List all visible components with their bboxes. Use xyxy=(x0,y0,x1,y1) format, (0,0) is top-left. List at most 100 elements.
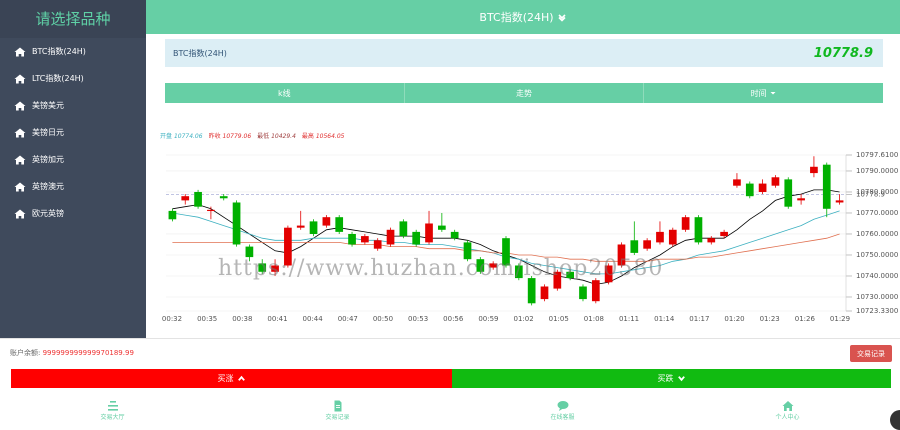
candle-body xyxy=(386,229,395,245)
candle-body xyxy=(540,286,549,300)
nav-trade-records[interactable]: 交易记录 xyxy=(225,398,450,422)
sidebar-item-label: 英镑加元 xyxy=(32,155,64,164)
caret-down-icon xyxy=(770,92,776,95)
candle-body xyxy=(643,240,651,249)
buy-down-button[interactable]: 买跌 xyxy=(452,369,891,388)
x-tick-label: 00:41 xyxy=(267,315,287,323)
candle-body xyxy=(745,183,754,197)
sidebar-item[interactable]: 美镑日元 xyxy=(0,119,146,146)
x-tick-label: 01:11 xyxy=(619,315,639,323)
x-tick-label: 01:02 xyxy=(513,315,533,323)
sidebar-item[interactable]: 英镑澳元 xyxy=(0,173,146,200)
sidebar-item[interactable]: 美镑美元 xyxy=(0,92,146,119)
nav-trading-hall[interactable]: 交易大厅 xyxy=(0,398,225,422)
floating-chat-bubble[interactable] xyxy=(890,410,900,430)
trade-history-button[interactable]: 交易记录 xyxy=(850,345,892,362)
watermark: https://www.huzhan.com/ishop20580 xyxy=(218,256,664,281)
home-icon xyxy=(14,74,26,83)
x-tick-label: 01:05 xyxy=(549,315,569,323)
sidebar-item-label: 英镑澳元 xyxy=(32,182,64,191)
y-tick-label: 10797.6100 xyxy=(856,151,898,159)
y-tick-label: 10778.9 xyxy=(856,190,885,198)
x-tick-label: 00:44 xyxy=(303,315,324,323)
home-icon xyxy=(782,401,793,411)
candle-body xyxy=(656,231,664,243)
x-tick-label: 01:29 xyxy=(830,315,850,323)
sidebar-title: 请选择品种 xyxy=(0,0,146,38)
document-icon xyxy=(334,400,341,412)
candle-body xyxy=(412,231,421,245)
tab-kline[interactable]: k线 xyxy=(165,83,405,103)
x-tick-label: 00:59 xyxy=(478,315,498,323)
account-balance: 账户余额: 999999999999970189.99 xyxy=(10,349,134,357)
bottom-nav: 交易大厅 交易记录 在线客服 个人中心 xyxy=(0,398,900,422)
candle-body xyxy=(771,177,780,186)
candle-body xyxy=(797,198,805,201)
candle-body xyxy=(322,217,331,226)
y-tick-label: 10790.0000 xyxy=(856,167,898,175)
candle-body xyxy=(668,229,677,245)
sidebar: 请选择品种 BTC指数(24H) LTC指数(24H) 美镑美元美镑日元英镑加元英镑… xyxy=(0,0,146,338)
header-product-selector[interactable]: BTC指数(24H) xyxy=(146,0,900,34)
candle-body xyxy=(733,179,741,186)
candle-body xyxy=(784,179,793,207)
candle-body xyxy=(810,166,818,174)
candle-body xyxy=(720,231,728,237)
home-icon xyxy=(14,182,26,191)
candle-body xyxy=(758,183,767,192)
sidebar-item-label: 美镑美元 xyxy=(32,101,64,110)
candle-body xyxy=(309,221,318,234)
candle-body xyxy=(438,225,446,230)
x-tick-label: 00:38 xyxy=(232,315,252,323)
home-icon xyxy=(14,101,26,110)
y-tick-label: 10723.3300 xyxy=(856,307,898,315)
x-tick-label: 01:14 xyxy=(654,315,675,323)
candle-body xyxy=(373,240,382,249)
home-icon xyxy=(14,155,26,164)
x-tick-label: 00:53 xyxy=(408,315,428,323)
y-tick-label: 10760.0000 xyxy=(856,230,898,238)
buy-up-button[interactable]: 买涨 xyxy=(11,369,452,388)
y-tick-label: 10770.0000 xyxy=(856,209,898,217)
sidebar-item-label: 欧元英镑 xyxy=(32,209,64,218)
candle-body xyxy=(591,280,600,302)
candle-body xyxy=(219,196,228,199)
candle-body xyxy=(425,223,433,243)
x-tick-label: 01:17 xyxy=(689,315,709,323)
y-tick-label: 10730.0000 xyxy=(856,293,898,301)
kline-chart[interactable]: 10797.610010790.000010780.000010778.9107… xyxy=(146,125,900,335)
candle-body xyxy=(168,210,177,220)
candle-body xyxy=(681,217,690,230)
sidebar-item[interactable]: 欧元英镑 xyxy=(0,200,146,227)
balance-value: 999999999999970189.99 xyxy=(42,349,134,357)
candle-body xyxy=(194,191,202,207)
x-tick-label: 00:32 xyxy=(162,315,182,323)
current-price: 10778.9 xyxy=(813,45,873,61)
candle-body xyxy=(232,202,241,245)
price-info-bar: BTC指数(24H) 10778.9 xyxy=(165,39,883,67)
tab-time[interactable]: 时间 xyxy=(644,83,884,103)
candle-body xyxy=(835,200,844,203)
home-icon xyxy=(14,209,26,218)
nav-online-service[interactable]: 在线客服 xyxy=(450,398,675,422)
nav-personal-center[interactable]: 个人中心 xyxy=(675,398,900,422)
x-tick-label: 01:23 xyxy=(760,315,780,323)
candle-body xyxy=(207,209,215,212)
sidebar-item-label: 美镑日元 xyxy=(32,128,64,137)
candle-body xyxy=(450,231,459,239)
header-title: BTC指数(24H) xyxy=(479,11,554,24)
sidebar-item[interactable]: 英镑加元 xyxy=(0,146,146,173)
x-tick-label: 00:47 xyxy=(338,315,358,323)
chevron-up-icon xyxy=(237,375,245,381)
sidebar-item[interactable]: LTC指数(24H) xyxy=(0,65,146,92)
candle-body xyxy=(527,278,536,304)
chevron-down-icon xyxy=(677,376,685,382)
tab-trend[interactable]: 走势 xyxy=(404,83,645,103)
sidebar-item[interactable]: BTC指数(24H) xyxy=(0,38,146,65)
chevron-down-icon xyxy=(558,14,566,22)
candle-body xyxy=(822,164,831,209)
x-tick-label: 01:26 xyxy=(795,315,816,323)
y-tick-label: 10750.0000 xyxy=(856,251,898,259)
x-tick-label: 01:08 xyxy=(584,315,604,323)
candle-body xyxy=(181,196,190,201)
